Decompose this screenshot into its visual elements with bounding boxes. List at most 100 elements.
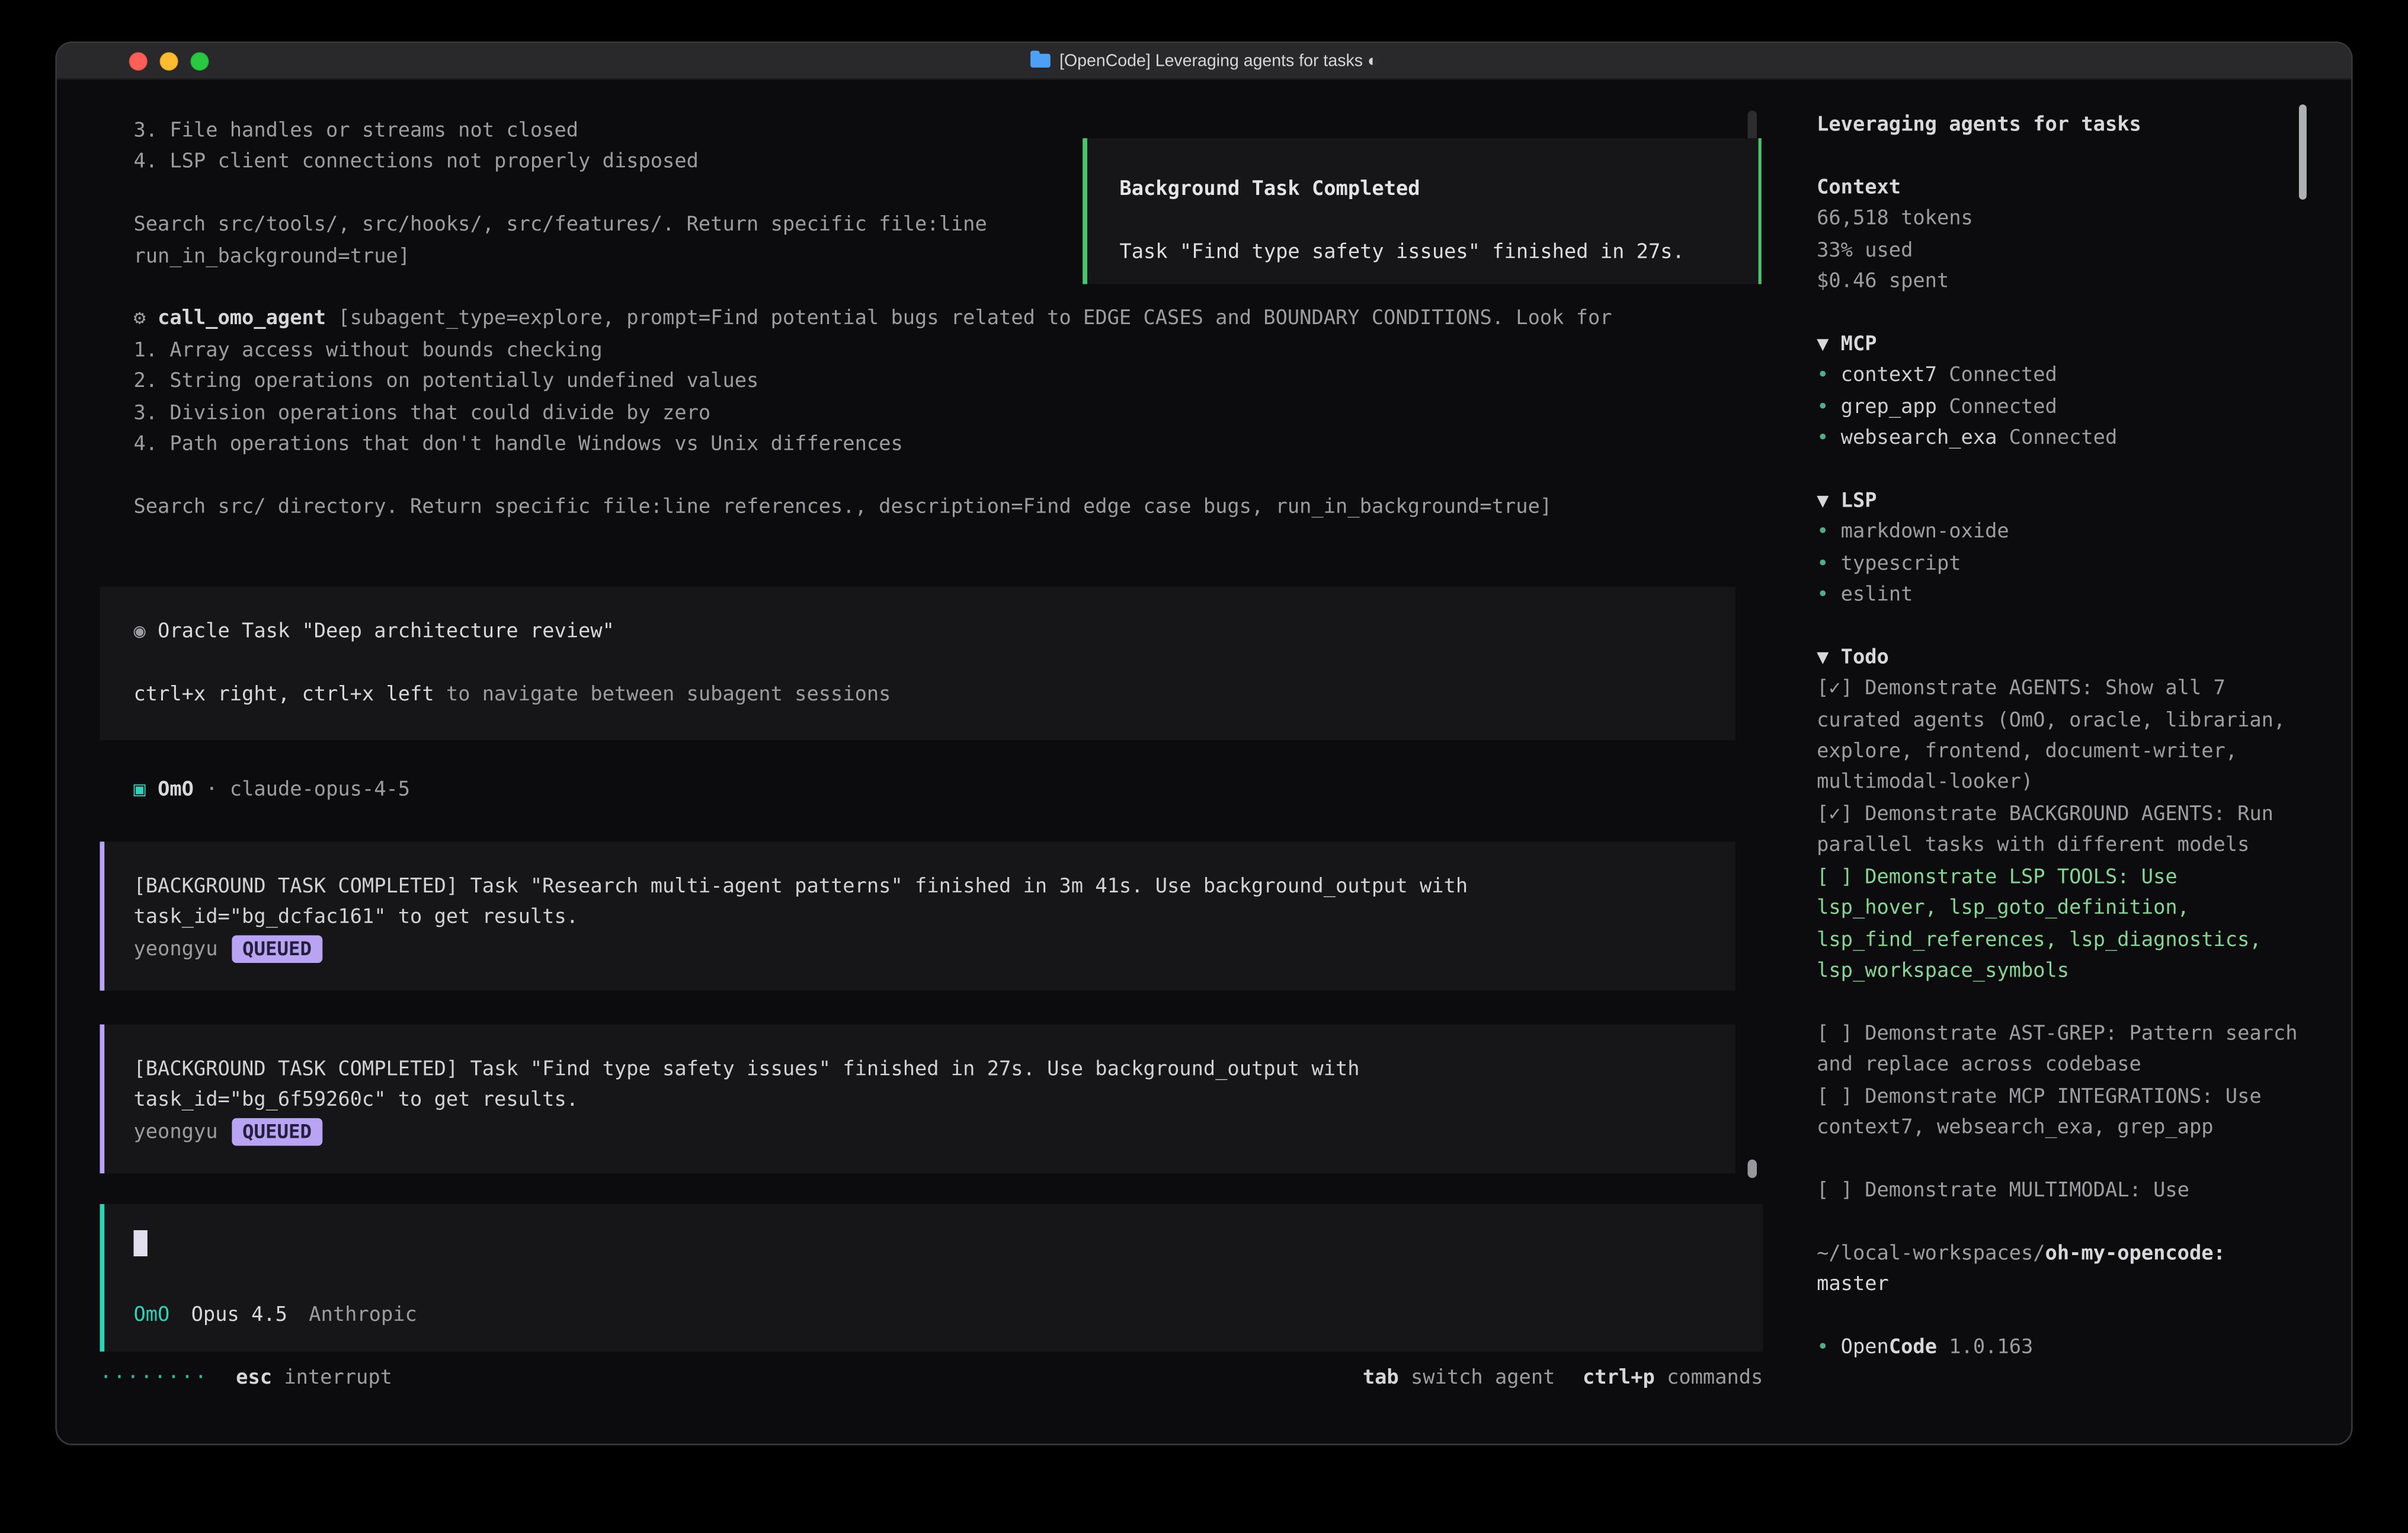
tool-call-item: 1. Array access without bounds checking: [100, 336, 1763, 367]
tool-call-item: 3. Division operations that could divide…: [100, 399, 1763, 430]
toast-body: Task "Find type safety issues" finished …: [1119, 238, 1721, 269]
mcp-item: • websearch_exa Connected: [1817, 424, 2305, 455]
main-scrollbar-thumb[interactable]: [1747, 1160, 1757, 1178]
tool-name: call_omo_agent: [158, 308, 326, 331]
todo-section-header[interactable]: ▼ Todo: [1817, 644, 2305, 675]
queued-badge: QUEUED: [232, 1118, 322, 1146]
hint-text: to navigate between subagent sessions: [434, 683, 891, 706]
background-task-toast[interactable]: Background Task Completed Task "Find typ…: [1083, 138, 1762, 284]
message-block: [BACKGROUND TASK COMPLETED] Task "Resear…: [100, 841, 1735, 991]
opencode-name-a: Open: [1841, 1336, 1889, 1359]
mcp-item: • context7 Connected: [1817, 361, 2305, 393]
oracle-task-panel: ◉ Oracle Task "Deep architecture review"…: [100, 587, 1735, 741]
navigation-hint: ctrl+x right, ctrl+x left to navigate be…: [133, 680, 1704, 712]
mcp-name: websearch_exa: [1841, 427, 1997, 450]
message-block: [BACKGROUND TASK COMPLETED] Task "Find t…: [100, 1025, 1735, 1174]
agent-model: claude-opus-4-5: [230, 779, 410, 802]
statusbar-right: tab switch agent ctrl+p commands: [1363, 1364, 1763, 1396]
composer-model: Opus 4.5: [191, 1300, 287, 1332]
minimize-button[interactable]: [160, 52, 178, 70]
queued-badge: QUEUED: [232, 935, 322, 963]
todo-item: [✓] Demonstrate BACKGROUND AGENTS: Run p…: [1817, 800, 2305, 863]
todo-heading: Todo: [1841, 647, 1889, 670]
sidebar: Leveraging agents for tasks Context 66,5…: [1792, 80, 2351, 1444]
todo-item: [ ] Demonstrate LSP TOOLS: Use lsp_hover…: [1817, 863, 2305, 988]
bullet-icon: •: [1817, 427, 1841, 450]
sidebar-scrollbar[interactable]: [2299, 104, 2307, 200]
message-author-row: yeongyuQUEUED: [133, 1118, 1704, 1150]
mcp-item: • grep_app Connected: [1817, 393, 2305, 424]
ctrlp-key-label: commands: [1655, 1364, 1763, 1396]
lsp-item: • eslint: [1817, 581, 2305, 612]
esc-key-label: interrupt: [272, 1364, 392, 1396]
message-line: task_id="bg_6f59260c" to get results.: [133, 1087, 1704, 1118]
context-spent: $0.46 spent: [1817, 267, 2305, 299]
chevron-down-icon: ▼: [1817, 333, 1841, 356]
tool-call-tail: Search src/ directory. Return specific f…: [100, 493, 1763, 524]
bullet-icon: •: [1817, 521, 1841, 544]
tool-args: [subagent_type=explore, prompt=Find pote…: [326, 308, 1612, 331]
tool-call-item: 2. String operations on potentially unde…: [100, 367, 1763, 399]
agent-separator: ·: [194, 779, 230, 802]
context-tokens: 66,518 tokens: [1817, 204, 2305, 236]
todo-item: [ ] Demonstrate MULTIMODAL: Use: [1817, 1176, 2305, 1208]
oracle-task-title: Oracle Task "Deep architecture review": [158, 621, 614, 644]
lsp-section-header[interactable]: ▼ LSP: [1817, 487, 2305, 518]
lsp-heading: LSP: [1841, 489, 1877, 513]
mcp-status: Connected: [1997, 427, 2117, 450]
esc-key-hint: esc: [236, 1364, 272, 1396]
agent-name: OmO: [158, 779, 194, 802]
tab-key-hint: tab: [1363, 1364, 1399, 1396]
mcp-name: grep_app: [1841, 396, 1937, 419]
lsp-item: • typescript: [1817, 549, 2305, 581]
agent-session-header: ▣ OmO · claude-opus-4-5: [100, 776, 1763, 808]
bullet-icon: •: [1817, 552, 1841, 575]
message-line: [BACKGROUND TASK COMPLETED] Task "Resear…: [133, 872, 1704, 904]
oracle-task-title-line: ◉ Oracle Task "Deep architecture review": [133, 618, 1704, 649]
agent-icon: ▣: [133, 779, 158, 802]
titlebar[interactable]: [OpenCode] Leveraging agents for tasks ◐: [57, 43, 2351, 80]
workspace-path: ~/local-workspaces/: [1817, 1242, 2045, 1265]
tab-key-label: switch agent: [1399, 1364, 1555, 1396]
workspace-repo: oh-my-opencode:: [2045, 1242, 2226, 1265]
opencode-window: [OpenCode] Leveraging agents for tasks ◐…: [57, 43, 2351, 1444]
oracle-icon: ◉: [133, 621, 158, 644]
lsp-name: typescript: [1841, 552, 1961, 575]
context-heading: Context: [1817, 173, 2305, 204]
workspace-branch: master: [1817, 1270, 2305, 1301]
mcp-section-header[interactable]: ▼ MCP: [1817, 330, 2305, 361]
todo-item: [ ] Demonstrate AST-GREP: Pattern search…: [1817, 1019, 2305, 1082]
spinner-dots-icon: ········: [100, 1364, 208, 1396]
lsp-name: eslint: [1841, 584, 1913, 607]
lsp-item: • markdown-oxide: [1817, 518, 2305, 549]
mcp-name: context7: [1841, 364, 1937, 388]
mcp-heading: MCP: [1841, 333, 1877, 356]
bullet-icon: •: [1817, 584, 1841, 607]
text-cursor: [133, 1231, 147, 1257]
todo-item: [✓] Demonstrate AGENTS: Show all 7 curat…: [1817, 674, 2305, 800]
statusbar: ········ esc interrupt tab switch agent …: [100, 1364, 1763, 1396]
context-used: 33% used: [1817, 236, 2305, 267]
input-line: [133, 1229, 1732, 1260]
mcp-status: Connected: [1937, 364, 2057, 388]
message-author: yeongyu: [133, 938, 217, 961]
chevron-down-icon: ▼: [1817, 647, 1841, 670]
opencode-version-line: • OpenCode 1.0.163: [1817, 1333, 2305, 1364]
todo-item: [ ] Demonstrate MCP INTEGRATIONS: Use co…: [1817, 1082, 2305, 1145]
maximize-button[interactable]: [190, 52, 209, 70]
composer-meta: OmO Opus 4.5 Anthropic: [133, 1300, 1732, 1332]
prompt-input[interactable]: OmO Opus 4.5 Anthropic: [100, 1205, 1763, 1352]
composer-provider: Anthropic: [309, 1300, 417, 1332]
message-author-row: yeongyu QUEUED: [133, 935, 1704, 966]
toast-title: Background Task Completed: [1119, 175, 1721, 206]
tool-call-item: 4. Path operations that don't handle Win…: [100, 430, 1763, 462]
hint-keys: ctrl+x right, ctrl+x left: [133, 683, 434, 706]
close-button[interactable]: [129, 52, 148, 70]
bullet-icon: •: [1817, 1336, 1841, 1359]
composer-agent: OmO: [133, 1300, 169, 1332]
ctrlp-key-hint: ctrl+p: [1583, 1364, 1655, 1396]
message-line: [BACKGROUND TASK COMPLETED] Task "Find t…: [133, 1055, 1704, 1087]
opencode-version: 1.0.163: [1937, 1336, 2033, 1359]
mcp-status: Connected: [1937, 396, 2057, 419]
window-title-wrap: [OpenCode] Leveraging agents for tasks ◐: [1030, 43, 1378, 79]
